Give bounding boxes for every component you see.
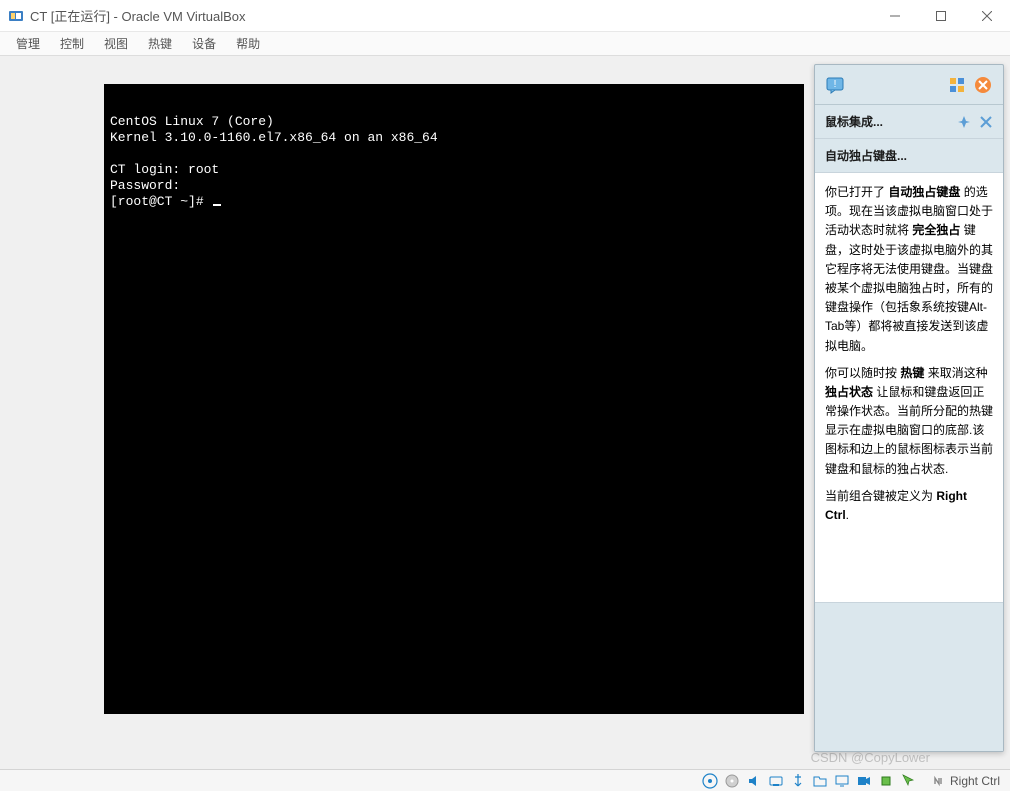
menu-help[interactable]: 帮助 <box>226 32 270 55</box>
terminal-cursor <box>213 204 221 206</box>
window-controls <box>872 0 1010 32</box>
panel-row-label: 自动独占键盘... <box>825 147 907 164</box>
panel-body: 你已打开了 自动独占键盘 的选项。现在当该虚拟电脑窗口处于活动状态时就将 完全独… <box>815 173 1003 603</box>
panel-settings-icon[interactable] <box>947 75 967 95</box>
panel-row-label: 鼠标集成... <box>825 113 883 130</box>
close-button[interactable] <box>964 0 1010 32</box>
minimize-button[interactable] <box>872 0 918 32</box>
recording-icon[interactable] <box>856 773 872 789</box>
window-titlebar: CT [正在运行] - Oracle VM VirtualBox <box>0 0 1010 32</box>
terminal-line: Password: <box>110 178 180 193</box>
statusbar: Right Ctrl <box>0 769 1010 791</box>
menu-view[interactable]: 视图 <box>94 32 138 55</box>
menu-devices[interactable]: 设备 <box>182 32 226 55</box>
window-title: CT [正在运行] - Oracle VM VirtualBox <box>30 6 246 25</box>
info-icon[interactable]: ! <box>825 75 845 95</box>
shared-folder-icon[interactable] <box>812 773 828 789</box>
svg-text:!: ! <box>834 79 837 90</box>
harddisk-icon[interactable] <box>702 773 718 789</box>
dismiss-icon[interactable] <box>979 115 993 129</box>
panel-toolbar: ! <box>815 65 1003 105</box>
panel-paragraph: 你可以随时按 热键 来取消这种 独占状态 让鼠标和键盘返回正常操作状态。当前所分… <box>825 364 993 479</box>
terminal-line: Kernel 3.10.0-1160.el7.x86_64 on an x86_… <box>110 130 438 145</box>
menu-hotkey[interactable]: 热键 <box>138 32 182 55</box>
processor-icon[interactable] <box>878 773 894 789</box>
host-key-indicator[interactable]: Right Ctrl <box>932 774 1000 788</box>
menubar: 管理 控制 视图 热键 设备 帮助 <box>0 32 1010 56</box>
panel-row-keyboard-capture[interactable]: 自动独占键盘... <box>815 139 1003 173</box>
workspace: CentOS Linux 7 (Core) Kernel 3.10.0-1160… <box>0 56 1010 769</box>
optical-icon[interactable] <box>724 773 740 789</box>
host-key-label: Right Ctrl <box>950 774 1000 788</box>
terminal-line: CentOS Linux 7 (Core) <box>110 114 274 129</box>
network-icon[interactable] <box>768 773 784 789</box>
terminal-line: CT login: root <box>110 162 219 177</box>
usb-icon[interactable] <box>790 773 806 789</box>
terminal-prompt: [root@CT ~]# <box>110 194 211 209</box>
panel-row-mouse-integration[interactable]: 鼠标集成... <box>815 105 1003 139</box>
menu-control[interactable]: 控制 <box>50 32 94 55</box>
maximize-button[interactable] <box>918 0 964 32</box>
panel-paragraph: 你已打开了 自动独占键盘 的选项。现在当该虚拟电脑窗口处于活动状态时就将 完全独… <box>825 183 993 356</box>
pin-icon[interactable] <box>957 115 971 129</box>
menu-manage[interactable]: 管理 <box>6 32 50 55</box>
app-icon <box>8 8 24 24</box>
audio-icon[interactable] <box>746 773 762 789</box>
display-icon[interactable] <box>834 773 850 789</box>
vm-screen[interactable]: CentOS Linux 7 (Core) Kernel 3.10.0-1160… <box>104 84 804 714</box>
notification-panel: ! 鼠标集成... 自动独占键盘... <box>814 64 1004 752</box>
panel-close-icon[interactable] <box>973 75 993 95</box>
panel-gap <box>815 603 1003 751</box>
mouse-status-icon[interactable] <box>900 773 916 789</box>
panel-paragraph: 当前组合键被定义为 Right Ctrl. <box>825 487 993 525</box>
